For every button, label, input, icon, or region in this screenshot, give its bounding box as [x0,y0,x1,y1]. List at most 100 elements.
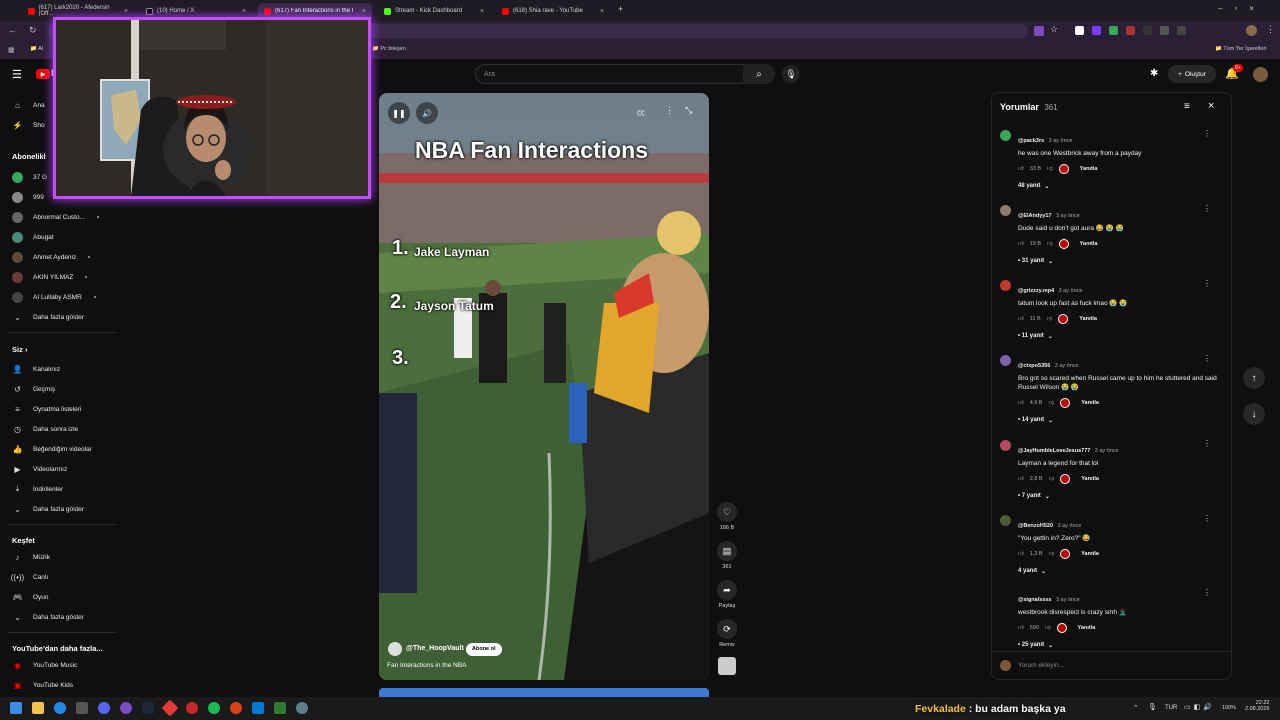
comment-author[interactable]: @ctxpo5356 [1018,363,1050,369]
sidebar-item-shorts[interactable]: ⚡ Sho [12,118,45,132]
shorts-video-player[interactable]: ❚❚ 🔊 ㏄ ⋮ ⤡ NBA Fan Interactions 1. Jake … [379,93,709,680]
view-replies-button[interactable]: • 11 yanıt ⌄ [1018,333,1218,340]
reply-button[interactable]: Yanıtla [1079,316,1097,322]
channel-avatar[interactable] [388,642,402,656]
extension-icon[interactable] [1034,26,1044,36]
next-video-button[interactable]: ↓ [1243,403,1265,425]
subscription-item[interactable]: Abugat [12,230,54,244]
reply-button[interactable]: Yanıtla [1078,625,1096,631]
sidebar-item-watch-later[interactable]: ◷ Daha sonra izle [12,422,78,436]
sidebar-item-your-channel[interactable]: 👤 Kanalınız [12,362,61,376]
comment-author[interactable]: @signalssss [1018,597,1052,603]
account-avatar[interactable] [1253,67,1268,82]
all-bookmarks[interactable]: 📁 Tüm Yer İşaretleri [1215,46,1266,52]
view-replies-button[interactable]: • 25 yanıt ⌄ [1018,642,1218,649]
thumbs-up-icon[interactable]: 👍︎ [1018,241,1024,247]
close-tab-icon[interactable]: × [124,8,128,15]
view-replies-button[interactable]: 4 yanıt ⌄ [1018,568,1218,575]
extension-icon[interactable] [1160,26,1169,35]
extension-icon[interactable] [1177,26,1186,35]
sidebar-item-gaming[interactable]: 🎮 Oyun [12,590,49,604]
add-comment-input[interactable]: Yorum ekleyin... [1018,662,1064,669]
thumbs-down-icon[interactable]: 👎︎ [1047,241,1053,247]
windows-start-icon[interactable] [10,702,22,714]
comment-author[interactable]: @ElAndyy17 [1018,213,1052,219]
sound-thumbnail[interactable] [718,657,736,675]
microphone-tray-icon[interactable]: 🎙 [1148,703,1157,711]
browser-icon[interactable] [120,702,132,714]
steam-icon[interactable] [142,702,154,714]
thumbs-down-icon[interactable]: 👎︎ [1045,625,1051,631]
store-icon[interactable] [76,702,88,714]
share-button[interactable]: ➦ Paylaş [716,580,738,609]
close-tab-icon[interactable]: × [242,8,246,15]
bookmark-star-icon[interactable]: ☆ [1050,24,1058,35]
more-options-icon[interactable]: ⋮ [665,105,674,116]
sidebar-item-history[interactable]: ↺ Geçmiş [12,382,55,396]
thumbs-up-icon[interactable]: 👍︎ [1018,166,1024,172]
comment-author[interactable]: @pack3rs [1018,138,1044,144]
view-replies-button[interactable]: 48 yanıt ⌄ [1018,183,1218,190]
comment-author[interactable]: @grizzzy.mp4 [1018,288,1054,294]
subscription-item[interactable]: Ahmet Aydeniz [12,250,91,264]
view-replies-button[interactable]: • 14 yanıt ⌄ [1018,417,1218,424]
previous-video-button[interactable]: ↑ [1243,367,1265,389]
pause-button[interactable]: ❚❚ [388,102,410,124]
browser-tab[interactable]: (618) Shia rave - YouTube × [496,3,610,19]
browser-tab[interactable]: Stream - Kick Dashboard × [378,3,490,19]
sidebar-item-youtube-music[interactable]: ◉ YouTube Music [12,658,77,672]
sidebar-item-liked[interactable]: 👍 Beğendiğim videolar [12,442,92,456]
volume-button[interactable]: 🔊 [416,102,438,124]
sidebar-item-show-more[interactable]: ⌄ Daha fazla göster [12,502,84,516]
thumbs-down-icon[interactable]: 👎︎ [1049,551,1055,557]
like-button[interactable]: ♡ 166 B [716,502,738,531]
commenter-avatar[interactable] [1000,515,1011,526]
extension-icon[interactable] [1109,26,1118,35]
view-replies-button[interactable]: • 7 yanıt ⌄ [1018,493,1218,500]
apps-grid-icon[interactable]: ▦ [8,46,15,54]
subscription-item[interactable]: AKIN YILMAZ [12,270,88,284]
subscription-item[interactable]: 999 [12,190,44,204]
thumbs-up-icon[interactable]: 👍︎ [1018,476,1024,482]
search-button[interactable]: ⌕ [743,64,775,84]
sidebar-item-playlists[interactable]: ≡ Oynatma listeleri [12,402,81,416]
thumbs-up-icon[interactable]: 👍︎ [1018,400,1024,406]
close-tab-icon[interactable]: × [362,8,366,15]
hamburger-menu-icon[interactable]: ☰ [12,68,22,81]
language-indicator[interactable]: TUR [1165,705,1177,711]
youtube-logo-icon[interactable]: ▶ [36,69,50,79]
comment-author[interactable]: @BenzoH520 [1018,523,1053,529]
captions-icon[interactable]: ㏄ [637,107,645,118]
app-icon[interactable] [274,702,286,714]
voice-search-button[interactable]: 🎙 [782,65,800,83]
sidebar-item-home[interactable]: ⌂ Ana [12,98,45,112]
next-video-preview[interactable] [379,688,709,697]
thumbs-down-icon[interactable]: 👎︎ [1049,476,1055,482]
thumbs-up-icon[interactable]: 👍︎ [1018,625,1024,631]
create-button[interactable]: + Oluştur [1168,65,1216,83]
extension-gear-icon[interactable]: ✱ [1150,68,1158,79]
show-more-subscriptions[interactable]: ⌄ Daha fazla göster [12,310,84,324]
thumbs-down-icon[interactable]: 👎︎ [1047,166,1053,172]
tray-chevron-icon[interactable]: ⌃ [1133,704,1139,712]
subscription-item[interactable]: 37 G [12,170,47,184]
system-tray-icons[interactable]: ▭◧🔊 [1184,703,1215,711]
discord-icon[interactable] [98,702,110,714]
reply-button[interactable]: Yanıtla [1080,166,1098,172]
commenter-avatar[interactable] [1000,205,1011,216]
search-input[interactable]: Ara [475,64,775,84]
edge-icon[interactable] [54,702,66,714]
commenter-avatar[interactable] [1000,280,1011,291]
reply-button[interactable]: Yanıtla [1080,241,1098,247]
file-explorer-icon[interactable] [32,702,44,714]
channel-handle[interactable]: @The_HoopVault [406,645,464,652]
reply-button[interactable]: Yanıtla [1081,400,1099,406]
bookmark-folder[interactable]: 📁 Al [30,46,43,52]
comments-button[interactable]: ▤ 361 [716,541,738,570]
sidebar-item-music[interactable]: ♪ Müzik [12,550,50,564]
vscode-icon[interactable] [252,702,264,714]
sidebar-item-your-videos[interactable]: ▶ Videolarınız [12,462,67,476]
remix-button[interactable]: ⟳ Remix [716,619,738,648]
menu-kebab-icon[interactable]: ⋮ [1266,24,1275,35]
commenter-avatar[interactable] [1000,440,1011,451]
